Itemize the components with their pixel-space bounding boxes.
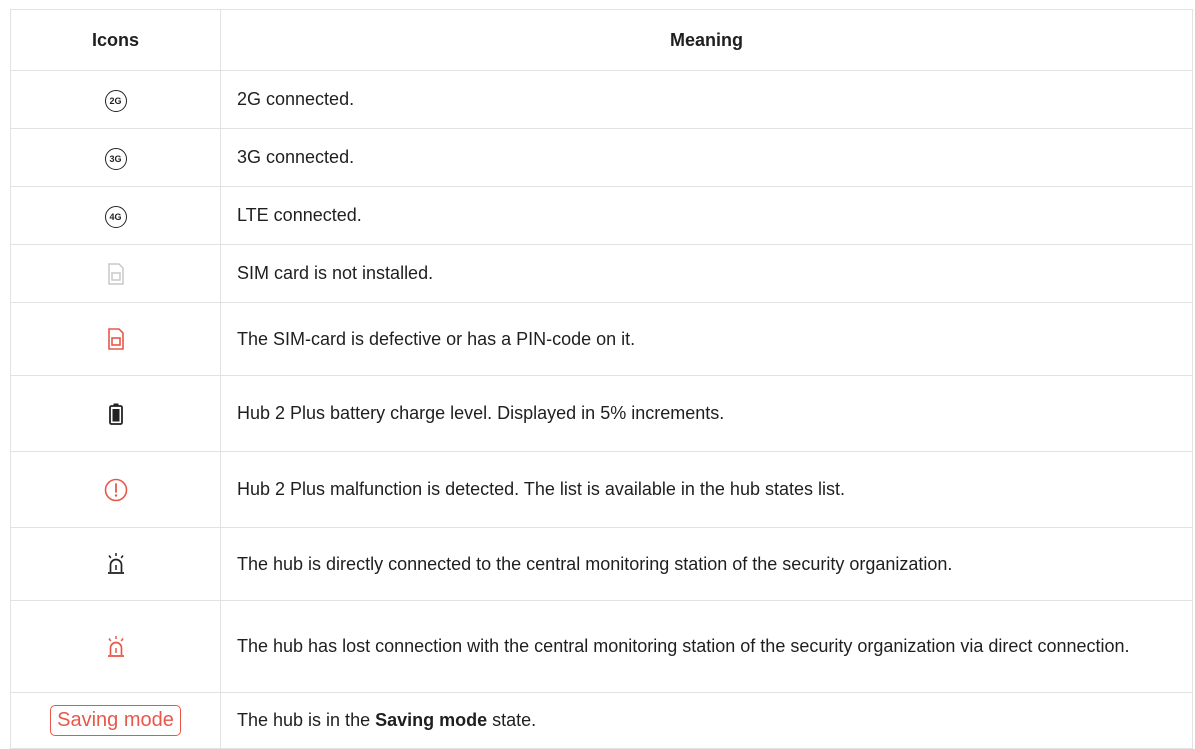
table-row: Saving mode The hub is in the Saving mod… xyxy=(10,692,1193,749)
4g-icon: 4G xyxy=(104,205,127,228)
icon-cell xyxy=(10,302,221,376)
table-row: The SIM-card is defective or has a PIN-c… xyxy=(10,302,1193,376)
header-meaning: Meaning xyxy=(220,9,1193,71)
meaning-text-bold: Saving mode xyxy=(375,710,488,730)
icon-cell: 2G xyxy=(10,70,221,129)
meaning-cell: The hub has lost connection with the cen… xyxy=(220,600,1193,693)
icon-cell xyxy=(10,527,221,601)
meaning-cell: The hub is in the Saving mode state. xyxy=(220,692,1193,749)
table-row: 4G LTE connected. xyxy=(10,186,1193,245)
table-row: Hub 2 Plus battery charge level. Display… xyxy=(10,375,1193,452)
meaning-cell: The SIM-card is defective or has a PIN-c… xyxy=(220,302,1193,376)
icon-cell: Saving mode xyxy=(10,692,221,749)
siren-lost-icon xyxy=(107,635,124,657)
meaning-cell: The hub is directly connected to the cen… xyxy=(220,527,1193,601)
meaning-cell: SIM card is not installed. xyxy=(220,244,1193,303)
icons-meaning-table: Icons Meaning 2G 2G connected. 3G 3G con… xyxy=(10,9,1193,749)
meaning-cell: 3G connected. xyxy=(220,128,1193,187)
battery-icon xyxy=(108,403,123,425)
table-row: SIM card is not installed. xyxy=(10,244,1193,303)
icon-cell xyxy=(10,600,221,693)
3g-icon: 3G xyxy=(104,147,127,170)
meaning-text-before: The hub is in the xyxy=(237,710,376,730)
icon-cell: 3G xyxy=(10,128,221,187)
icon-cell: 4G xyxy=(10,186,221,245)
meaning-cell: LTE connected. xyxy=(220,186,1193,245)
table-row: The hub is directly connected to the cen… xyxy=(10,527,1193,601)
table-row: Hub 2 Plus malfunction is detected. The … xyxy=(10,451,1193,528)
malfunction-icon xyxy=(104,478,127,501)
icon-cell xyxy=(10,375,221,452)
sim-missing-icon xyxy=(107,262,124,285)
2g-icon: 2G xyxy=(104,89,127,112)
meaning-cell: 2G connected. xyxy=(220,70,1193,129)
icon-cell xyxy=(10,244,221,303)
table-row: 3G 3G connected. xyxy=(10,128,1193,187)
saving-mode-badge: Saving mode xyxy=(50,705,181,736)
meaning-cell: Hub 2 Plus malfunction is detected. The … xyxy=(220,451,1193,528)
header-icons: Icons xyxy=(10,9,221,71)
table-row: The hub has lost connection with the cen… xyxy=(10,600,1193,693)
meaning-text-after: state. xyxy=(487,710,537,730)
siren-connected-icon xyxy=(107,553,124,574)
icon-cell xyxy=(10,451,221,528)
meaning-cell: Hub 2 Plus battery charge level. Display… xyxy=(220,375,1193,452)
table-header-row: Icons Meaning xyxy=(10,9,1193,71)
table-row: 2G 2G connected. xyxy=(10,70,1193,129)
sim-error-icon xyxy=(107,328,124,350)
